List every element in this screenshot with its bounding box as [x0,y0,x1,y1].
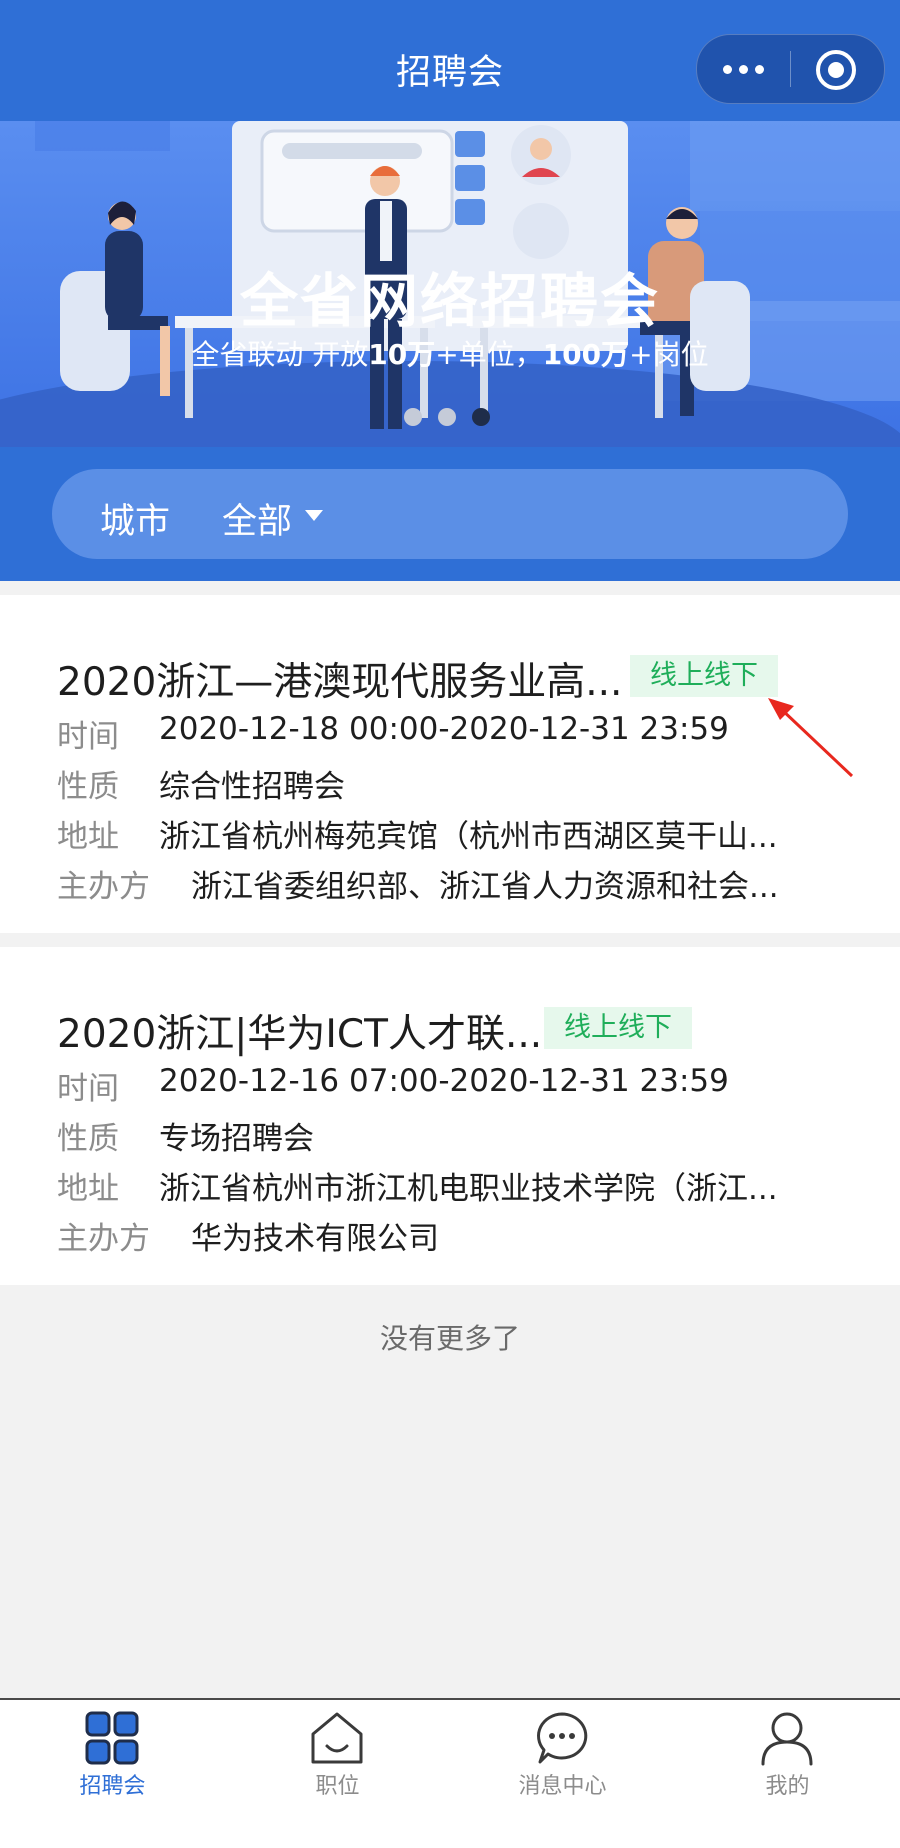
fair-type-row: 性质 综合性招聘会 [57,761,345,806]
tab-label: 招聘会 [79,1774,146,1799]
tab-messages[interactable]: 消息中心 [450,1700,675,1848]
tab-me[interactable]: 我的 [675,1700,900,1848]
list-end-text: 没有更多了 [379,1322,520,1355]
carousel-indicator [404,408,504,428]
chat-bubble-icon [537,1712,588,1764]
job-fair-card[interactable]: 2020浙江|华为ICT人才联... 线上线下 时间 2020-12-16 07… [0,947,900,1285]
tab-label: 消息中心 [518,1774,607,1799]
fair-title[interactable]: 2020浙江—港澳现代服务业高... [57,651,622,707]
carousel-dot-active[interactable] [472,408,490,426]
fair-address-row: 地址 浙江省杭州市浙江机电职业技术学院（浙江... [57,1163,778,1208]
city-filter-value[interactable]: 全部 [222,493,292,544]
row-value: 综合性招聘会 [159,769,345,805]
tab-label: 我的 [765,1774,810,1799]
row-value: 2020-12-16 07:00-2020-12-31 23:59 [159,1063,729,1099]
fair-type-row: 性质 专场招聘会 [57,1113,314,1158]
mini-program-capsule [696,34,885,104]
row-label: 主办方 [57,1221,150,1257]
banner-title: 全省网络招聘会 [239,267,660,335]
banner-subtitle-mid: +单位， [435,338,543,371]
filter-area: 城市 全部 [0,447,900,581]
bottom-tab-bar: 招聘会 职位 消息中心 我的 [0,1698,900,1848]
grid-icon [85,1711,139,1765]
fair-format-tag: 线上线下 [544,1007,692,1049]
row-value: 华为技术有限公司 [191,1221,439,1257]
row-value: 浙江省委组织部、浙江省人力资源和社会... [191,869,779,905]
fair-format-tag: 线上线下 [630,655,778,697]
more-dot [739,65,748,74]
more-dot [723,65,732,74]
tab-positions[interactable]: 职位 [225,1700,450,1848]
banner-subtitle-number: 100万 [542,338,630,371]
row-value: 浙江省杭州市浙江机电职业技术学院（浙江... [159,1171,778,1207]
more-options-button[interactable] [697,35,790,103]
fair-organizer-row: 主办方 华为技术有限公司 [57,1213,439,1258]
annotation-arrow-icon [768,698,854,778]
caret-down-icon[interactable] [305,510,323,521]
row-label: 主办方 [57,869,150,905]
row-label: 时间 [57,719,119,755]
carousel-dot[interactable] [438,408,456,426]
row-label: 地址 [57,819,119,855]
fair-title[interactable]: 2020浙江|华为ICT人才联... [57,1003,542,1059]
fair-address-row: 地址 浙江省杭州梅苑宾馆（杭州市西湖区莫干山... [57,811,778,856]
tab-label: 职位 [315,1774,360,1799]
fair-time-row: 时间 2020-12-18 00:00-2020-12-31 23:59 [57,711,729,756]
house-icon [311,1712,363,1764]
banner-subtitle-suffix: +岗位 [629,338,709,371]
tab-job-fairs[interactable]: 招聘会 [0,1700,225,1848]
fair-organizer-row: 主办方 浙江省委组织部、浙江省人力资源和社会... [57,861,779,906]
person-icon [761,1712,813,1766]
row-label: 性质 [57,769,119,805]
close-mini-program-button[interactable] [791,35,884,103]
banner-carousel[interactable]: 全省网络招聘会 全省联动 开放10万+单位，100万+岗位 [0,121,900,447]
more-dot [755,65,764,74]
row-value: 浙江省杭州梅苑宾馆（杭州市西湖区莫干山... [159,819,778,855]
top-nav-bar: 招聘会 [0,0,900,121]
carousel-dot[interactable] [404,408,422,426]
row-label: 时间 [57,1071,119,1107]
banner-subtitle-prefix: 全省联动 开放 [191,338,369,371]
row-value: 2020-12-18 00:00-2020-12-31 23:59 [159,711,729,747]
row-label: 性质 [57,1121,119,1157]
row-label: 地址 [57,1171,119,1207]
row-value: 专场招聘会 [159,1121,314,1157]
city-filter[interactable]: 城市 全部 [52,469,848,559]
banner-subtitle: 全省联动 开放10万+单位，100万+岗位 [0,333,900,373]
fair-time-row: 时间 2020-12-16 07:00-2020-12-31 23:59 [57,1063,729,1108]
city-filter-label: 城市 [100,502,171,542]
banner-subtitle-number: 10万 [368,338,436,371]
target-icon-center [828,62,844,78]
